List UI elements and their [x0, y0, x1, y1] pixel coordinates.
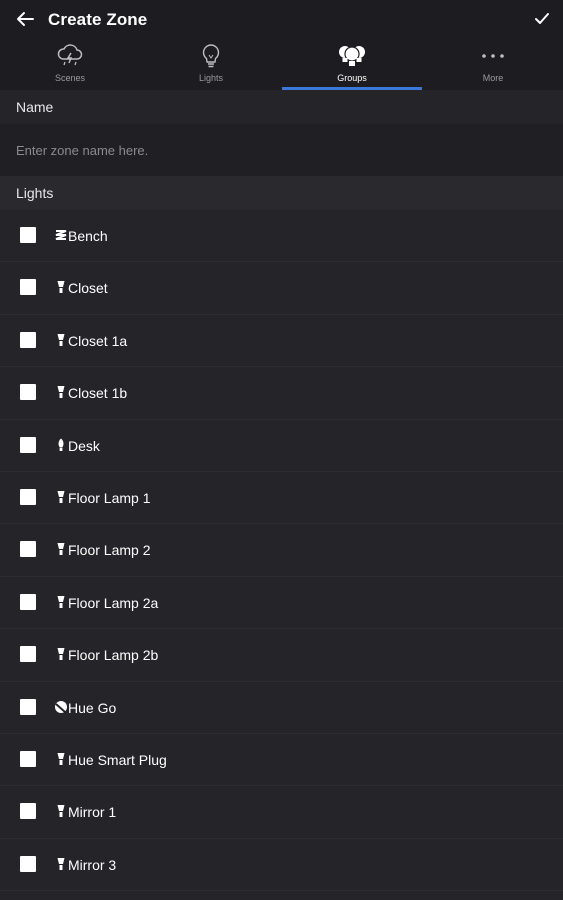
light-checkbox[interactable]: [20, 384, 36, 401]
bulb-small-icon: [54, 646, 68, 662]
tab-bar: Scenes Lights Groups More: [0, 40, 563, 90]
light-row[interactable]: Hue Smart Plug: [0, 734, 563, 787]
light-row[interactable]: Closet 1b: [0, 367, 563, 420]
bulb-small-icon: [54, 489, 68, 505]
hue-go-icon: [54, 699, 68, 715]
back-button[interactable]: [10, 8, 40, 34]
light-row[interactable]: Floor Lamp 2b: [0, 629, 563, 682]
light-name: Bench: [68, 228, 108, 244]
light-row[interactable]: Closet 1a: [0, 315, 563, 368]
light-checkbox[interactable]: [20, 331, 36, 348]
bulb-small-icon: [54, 856, 68, 872]
light-checkbox[interactable]: [20, 646, 36, 663]
checkmark-icon: [534, 12, 550, 30]
tab-label-groups: Groups: [337, 73, 367, 83]
bulb-small-icon: [54, 279, 68, 295]
light-checkbox[interactable]: [20, 750, 36, 767]
light-name: Hue Go: [68, 699, 117, 716]
light-name: Desk: [68, 437, 100, 454]
light-row[interactable]: Mirror 3: [0, 839, 563, 892]
bulb-small-icon: [54, 332, 68, 348]
tab-label-scenes: Scenes: [54, 73, 86, 83]
tab-label-more: More: [482, 73, 504, 83]
light-name: Closet: [68, 280, 108, 297]
light-row[interactable]: Closet: [0, 262, 563, 315]
light-checkbox[interactable]: [20, 227, 36, 243]
light-checkbox[interactable]: [20, 279, 36, 296]
light-row[interactable]: Mirror 1: [0, 786, 563, 839]
confirm-button[interactable]: [528, 8, 556, 34]
more-icon: [478, 42, 508, 70]
light-name: Floor Lamp 2a: [68, 594, 159, 611]
scenes-icon: [55, 42, 85, 70]
bulb-small-icon: [54, 751, 68, 767]
light-name: Mirror 3: [68, 856, 117, 873]
light-name: Closet 1b: [68, 385, 128, 402]
light-checkbox[interactable]: [20, 803, 36, 820]
lights-list: Bench Closet Closet 1a Closet 1b Desk Floor L…: [0, 210, 563, 892]
bulb-small-icon: [54, 594, 68, 610]
light-checkbox[interactable]: [20, 436, 36, 453]
tab-scenes[interactable]: Scenes: [0, 40, 140, 90]
bulb-small-icon: [54, 541, 68, 557]
light-checkbox[interactable]: [20, 855, 36, 872]
light-name: Floor Lamp 2: [68, 542, 151, 559]
name-input-container: [0, 124, 563, 176]
zone-name-input[interactable]: [16, 139, 536, 161]
bulb-small-icon: [54, 803, 68, 819]
name-section-header: Name: [0, 90, 563, 124]
groups-icon: [337, 42, 367, 70]
arrow-left-icon: [16, 11, 34, 32]
light-checkbox[interactable]: [20, 541, 36, 558]
light-row[interactable]: Floor Lamp 2a: [0, 577, 563, 630]
top-app-bar: Create Zone Scenes Lights Groups More: [0, 0, 563, 90]
light-name: Floor Lamp 1: [68, 489, 151, 506]
lightstrip-icon: [54, 227, 68, 243]
lights-section-header: Lights: [0, 176, 563, 210]
tab-lights[interactable]: Lights: [141, 40, 281, 90]
candle-bulb-icon: [54, 437, 68, 453]
name-label: Name: [16, 99, 54, 115]
tab-groups[interactable]: Groups: [282, 40, 422, 90]
light-row[interactable]: Hue Go: [0, 682, 563, 734]
light-name: Closet 1a: [68, 332, 128, 349]
bulb-small-icon: [54, 384, 68, 400]
light-name: Mirror 1: [68, 804, 117, 821]
lights-label: Lights: [16, 185, 54, 201]
page-title: Create Zone: [48, 10, 148, 29]
tab-label-lights: Lights: [198, 73, 224, 83]
light-row[interactable]: Floor Lamp 1: [0, 472, 563, 525]
light-name: Hue Smart Plug: [68, 751, 167, 768]
bulb-icon: [196, 42, 226, 70]
tab-more[interactable]: More: [423, 40, 563, 90]
light-checkbox[interactable]: [20, 488, 36, 505]
light-row[interactable]: Desk: [0, 420, 563, 472]
light-checkbox[interactable]: [20, 698, 36, 715]
light-row[interactable]: Floor Lamp 2: [0, 524, 563, 577]
light-name: Floor Lamp 2b: [68, 647, 159, 664]
light-checkbox[interactable]: [20, 593, 36, 610]
light-row[interactable]: Bench: [0, 210, 563, 263]
